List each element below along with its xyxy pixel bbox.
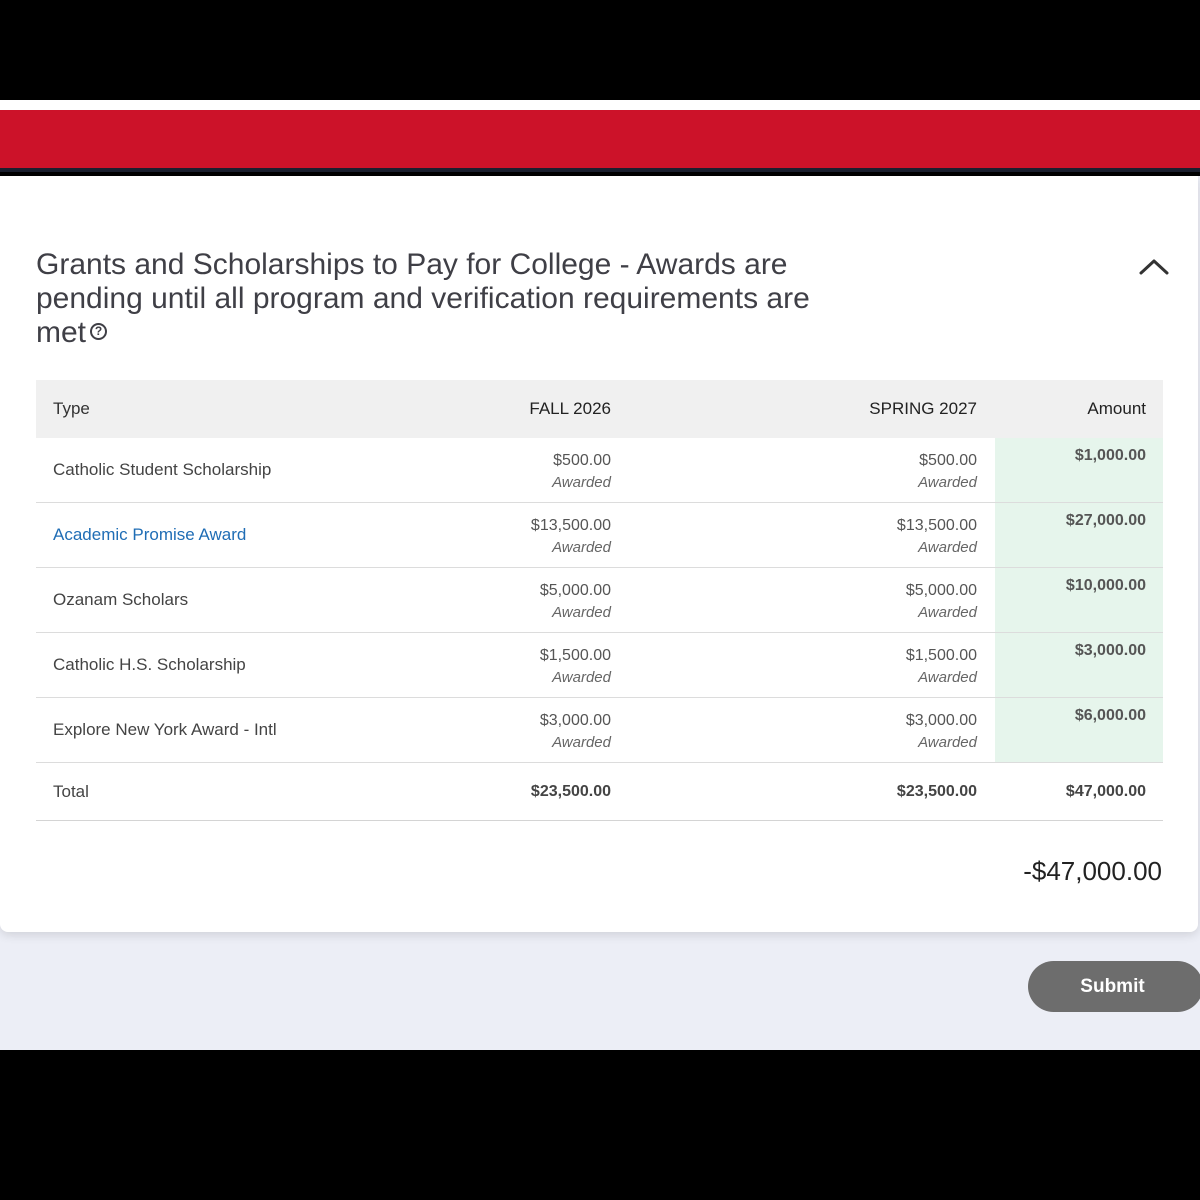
amount-value: $10,000.00	[1065, 577, 1146, 594]
spring-value: $5,000.00	[905, 582, 977, 599]
amount-cell: $3,000.00	[995, 633, 1163, 697]
total-amount: $47,000.00	[1065, 782, 1146, 800]
question-circle-icon[interactable]: ?	[90, 322, 108, 340]
top-letterbox	[0, 0, 1200, 100]
spring-value: $500.00	[919, 452, 977, 469]
table-row: Catholic Student Scholarship $500.00 Awa…	[36, 438, 1163, 503]
section-title-text: Grants and Scholarships to Pay for Colle…	[36, 248, 810, 349]
fall-status: Awarded	[552, 604, 611, 621]
amount-cell: $10,000.00	[995, 568, 1163, 632]
section-title: Grants and Scholarships to Pay for Colle…	[36, 248, 836, 350]
table-row: Explore New York Award - Intl $3,000.00 …	[36, 698, 1163, 763]
spring-status: Awarded	[918, 604, 977, 621]
grand-total: -$47,000.00	[1023, 856, 1162, 886]
award-type: Ozanam Scholars	[53, 590, 189, 609]
amount-value: $27,000.00	[1065, 512, 1146, 529]
amount-value: $1,000.00	[1074, 447, 1146, 464]
spring-value: $3,000.00	[905, 712, 977, 729]
total-spring: $23,500.00	[896, 782, 977, 800]
award-type-link[interactable]: Academic Promise Award	[53, 525, 246, 545]
fall-status: Awarded	[552, 669, 611, 686]
fall-value: $5,000.00	[539, 582, 611, 599]
amount-value: $3,000.00	[1074, 642, 1146, 659]
table-header: Type FALL 2026 SPRING 2027 Amount	[36, 380, 1163, 438]
spring-status: Awarded	[918, 474, 977, 491]
total-fall: $23,500.00	[530, 782, 611, 800]
grants-card: Grants and Scholarships to Pay for Colle…	[0, 176, 1198, 932]
total-row: Total $23,500.00 $23,500.00 $47,000.00	[36, 763, 1163, 821]
spring-cell: $3,000.00 Awarded	[906, 698, 977, 762]
fall-cell: $500.00 Awarded	[552, 438, 611, 502]
fall-value: $500.00	[553, 452, 611, 469]
award-type: Explore New York Award - Intl	[53, 720, 277, 739]
column-header-fall: FALL 2026	[529, 399, 611, 418]
fall-status: Awarded	[552, 734, 611, 751]
spring-cell: $5,000.00 Awarded	[906, 568, 977, 632]
award-type: Academic Promise Award	[53, 503, 246, 567]
amount-cell: $6,000.00	[995, 698, 1163, 762]
fall-value: $1,500.00	[539, 647, 611, 664]
spring-cell: $13,500.00 Awarded	[897, 503, 977, 567]
table-row: Academic Promise Award $13,500.00 Awarde…	[36, 503, 1163, 568]
fall-value: $13,500.00	[530, 517, 611, 534]
submit-button[interactable]: Submit	[1028, 961, 1200, 1012]
fall-cell: $5,000.00 Awarded	[540, 568, 611, 632]
header-strip	[0, 100, 1200, 110]
fall-status: Awarded	[552, 539, 611, 556]
award-type: Catholic Student Scholarship	[53, 460, 272, 479]
fall-status: Awarded	[552, 474, 611, 491]
amount-cell: $1,000.00	[995, 438, 1163, 502]
fall-cell: $3,000.00 Awarded	[540, 698, 611, 762]
table-row: Catholic H.S. Scholarship $1,500.00 Awar…	[36, 633, 1163, 698]
spring-value: $13,500.00	[896, 517, 977, 534]
chevron-up-icon[interactable]	[1134, 246, 1174, 286]
brand-banner	[0, 110, 1200, 172]
bottom-letterbox	[0, 1050, 1200, 1200]
amount-value: $6,000.00	[1074, 707, 1146, 724]
spring-status: Awarded	[918, 539, 977, 556]
column-header-amount: Amount	[1087, 399, 1146, 418]
spring-status: Awarded	[918, 734, 977, 751]
awards-table: Type FALL 2026 SPRING 2027 Amount Cathol…	[36, 380, 1163, 821]
table-row: Ozanam Scholars $5,000.00 Awarded $5,000…	[36, 568, 1163, 633]
spring-cell: $1,500.00 Awarded	[906, 633, 977, 697]
award-type: Catholic H.S. Scholarship	[53, 655, 246, 674]
fall-value: $3,000.00	[539, 712, 611, 729]
spring-status: Awarded	[918, 669, 977, 686]
fall-cell: $1,500.00 Awarded	[540, 633, 611, 697]
total-label: Total	[53, 781, 89, 801]
amount-cell: $27,000.00	[995, 503, 1163, 567]
fall-cell: $13,500.00 Awarded	[531, 503, 611, 567]
spring-value: $1,500.00	[905, 647, 977, 664]
column-header-type: Type	[53, 399, 90, 418]
column-header-spring: SPRING 2027	[869, 399, 977, 418]
spring-cell: $500.00 Awarded	[918, 438, 977, 502]
